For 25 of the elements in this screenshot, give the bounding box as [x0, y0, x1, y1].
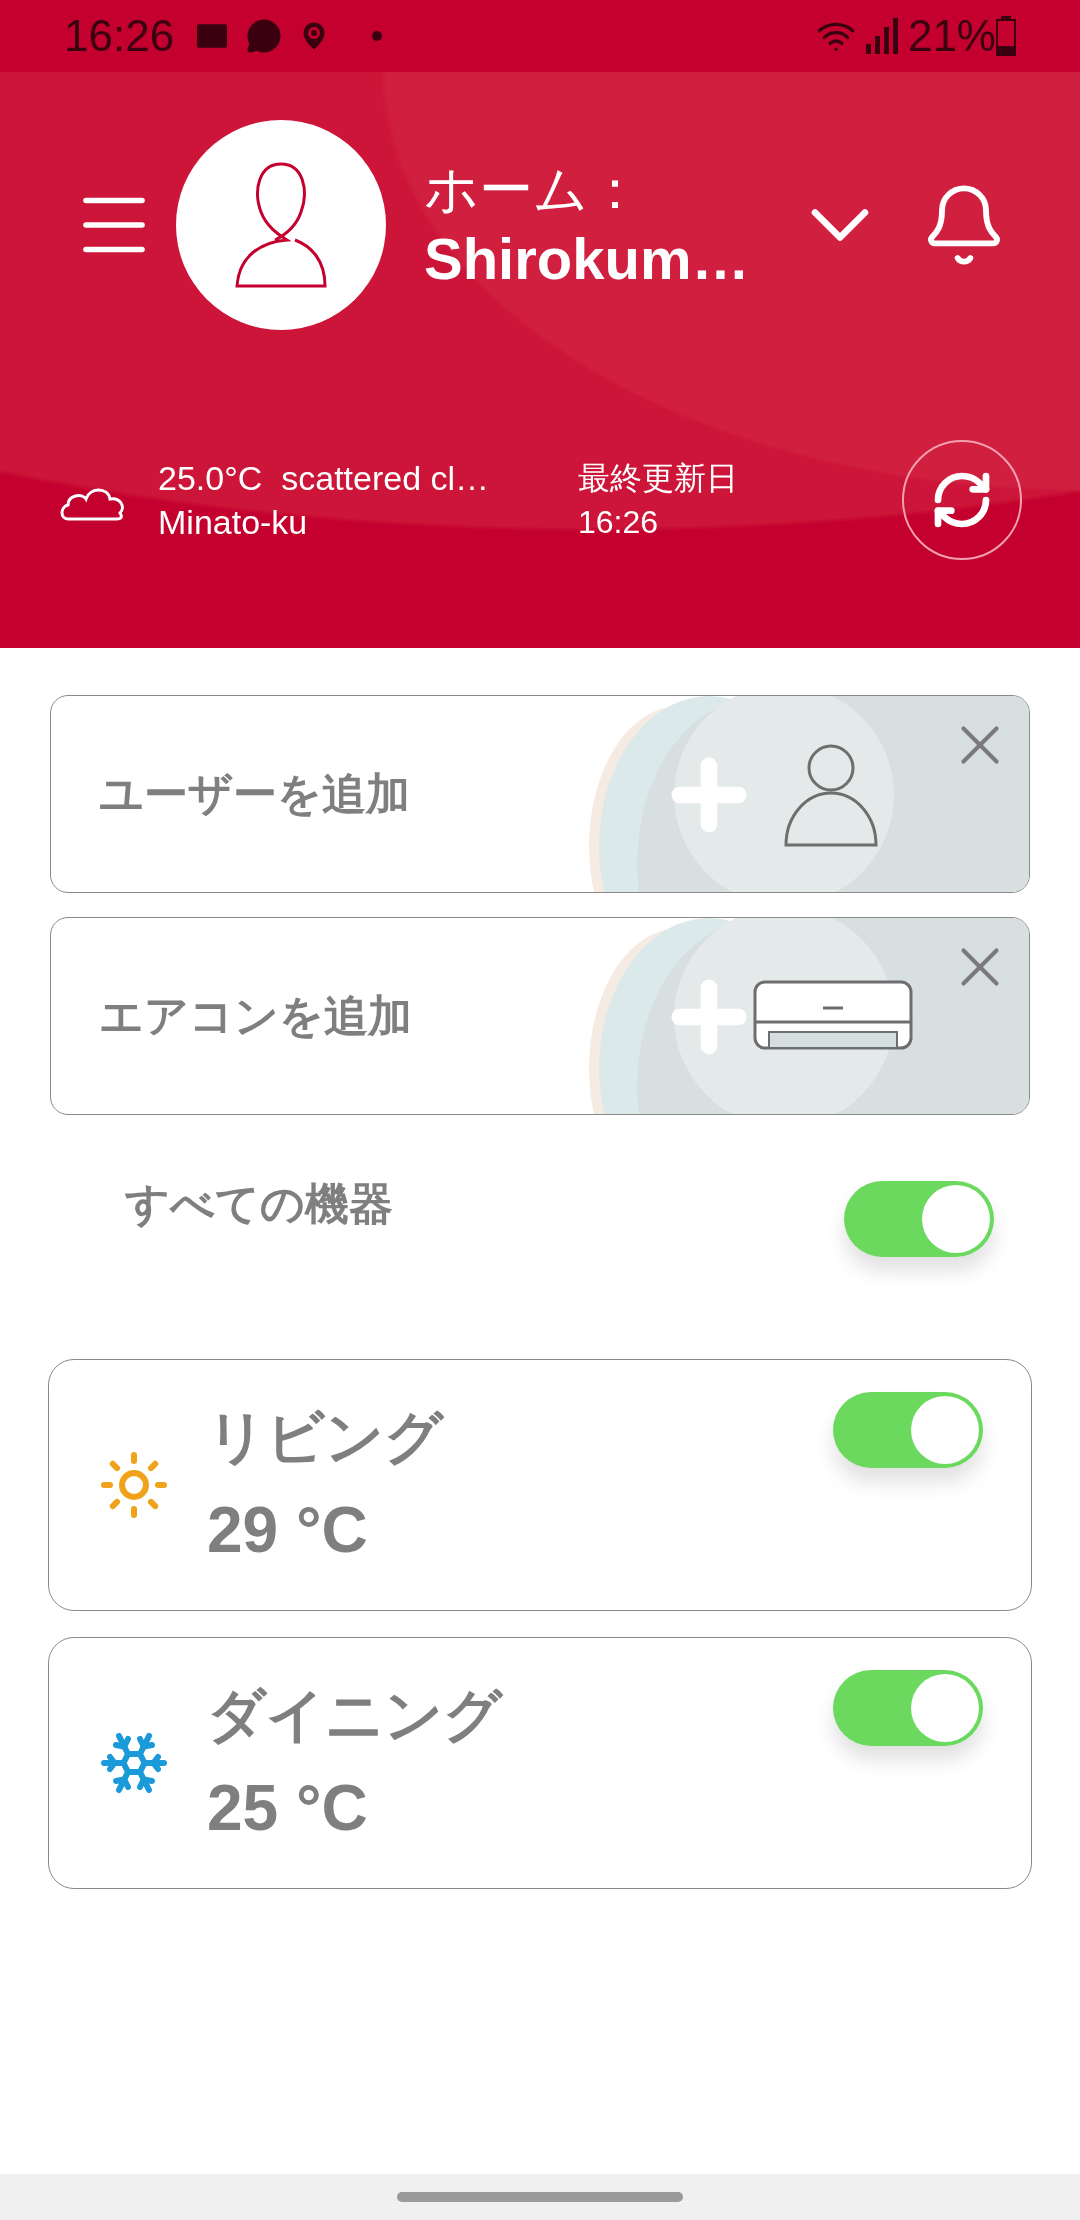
room-name: リビング [207, 1403, 443, 1471]
home-name: Shirokum… [424, 225, 750, 293]
refresh-button[interactable] [902, 440, 1022, 560]
sun-icon [98, 1449, 170, 1521]
weather-text: 25.0°C scattered cl… [158, 458, 491, 499]
room-temperature: 25 °C [207, 1771, 369, 1846]
signal-icon [865, 18, 900, 54]
last-updated-label: 最終更新日 [578, 459, 738, 498]
add-card[interactable]: エアコンを追加 [50, 917, 1030, 1115]
location-text: Minato-ku [158, 502, 309, 543]
room-card[interactable]: ダイニング 25 °C [48, 1637, 1032, 1889]
status-time: 16:26 [64, 10, 175, 62]
home-label: ホーム： [424, 158, 643, 221]
last-updated-time: 16:26 [578, 503, 660, 542]
air-conditioner-icon [753, 980, 913, 1050]
add-card-label: エアコンを追加 [99, 990, 412, 1042]
battery-icon [996, 16, 1016, 56]
room-name: ダイニング [207, 1681, 502, 1749]
add-card-label: ユーザーを追加 [99, 768, 410, 820]
room-temperature: 29 °C [207, 1493, 369, 1568]
all-devices-label: すべての機器 [125, 1178, 393, 1230]
add-card[interactable]: ユーザーを追加 [50, 695, 1030, 893]
chat-icon [246, 18, 283, 54]
room-card[interactable]: リビング 29 °C [48, 1359, 1032, 1611]
battery-percent: 21% [907, 10, 996, 62]
